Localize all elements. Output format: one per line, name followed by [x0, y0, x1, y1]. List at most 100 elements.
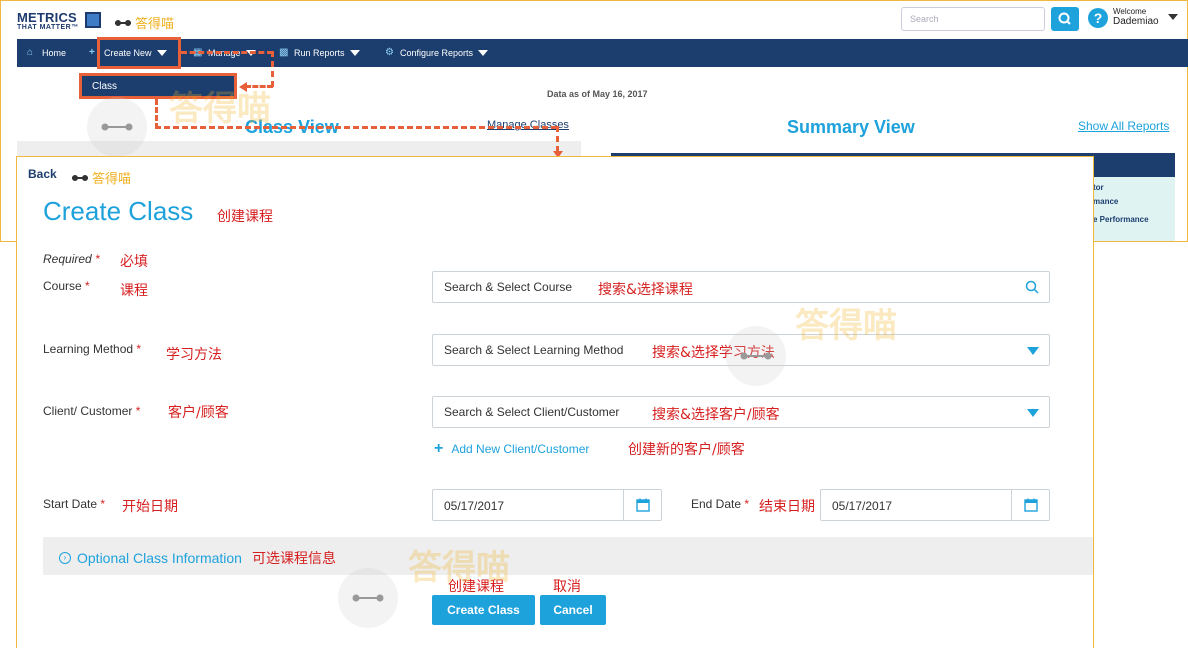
- learning-method-annotation: 学习方法: [166, 347, 222, 363]
- course-annotation: 课程: [120, 283, 148, 299]
- summary-view-heading: Summary View: [787, 117, 915, 137]
- add-new-client-label: Add New Client/Customer: [451, 442, 590, 456]
- create-new-highlight: [97, 37, 181, 69]
- dashed-connector: [155, 99, 158, 129]
- course-placeholder: Search & Select Course: [444, 280, 573, 294]
- plus-icon: +: [434, 440, 444, 457]
- add-new-client-link[interactable]: + Add New Client/Customer: [434, 440, 589, 458]
- required-label: Required *: [43, 252, 100, 266]
- start-date-calendar-button[interactable]: [623, 490, 661, 520]
- required-star: *: [85, 279, 90, 293]
- optional-info-annotation: 可选课程信息: [251, 551, 336, 567]
- chevron-down-icon: [349, 50, 360, 56]
- required-star: *: [744, 497, 750, 511]
- summary-line: e Performance: [1093, 215, 1149, 224]
- watermark-text: 答得喵: [169, 89, 271, 129]
- course-label: Course *: [43, 279, 90, 293]
- start-date-label-text: Start Date: [43, 497, 98, 511]
- watermark-text: 答得喵: [408, 548, 510, 588]
- calendar-icon: [636, 498, 650, 512]
- logo: METRICS THAT MATTER™: [17, 10, 105, 34]
- user-welcome[interactable]: Welcome Dademiao: [1113, 7, 1159, 27]
- chevron-right-icon: ›: [59, 552, 71, 564]
- client-select[interactable]: Search & Select Client/Customer 搜索&选择客户/…: [432, 396, 1050, 428]
- optional-class-info-toggle[interactable]: › Optional Class Information 可选课程信息: [59, 548, 336, 568]
- learning-method-label: Learning Method *: [43, 342, 141, 356]
- watermark-logo: [338, 568, 398, 628]
- watermark-text: 答得喵: [92, 172, 132, 187]
- course-label-text: Course: [43, 279, 82, 293]
- summary-line: mance: [1093, 197, 1119, 206]
- client-label: Client/ Customer *: [43, 404, 140, 418]
- nav-home[interactable]: ⌂ Home: [27, 39, 66, 67]
- end-date-label: End Date *: [691, 497, 749, 511]
- end-date-calendar-button[interactable]: [1011, 490, 1049, 520]
- link-icon: [352, 594, 384, 602]
- chevron-down-icon: [478, 50, 489, 56]
- chart-icon: ▩: [279, 47, 289, 58]
- search-icon: [1025, 280, 1039, 294]
- required-star: *: [135, 404, 141, 418]
- client-label-text: Client/ Customer: [43, 404, 133, 418]
- client-annotation: 客户/顾客: [168, 405, 229, 421]
- watermark-text: 答得喵: [135, 17, 175, 32]
- course-placeholder-annotation: 搜索&选择课程: [598, 282, 693, 298]
- chevron-down-icon: [1027, 409, 1039, 417]
- course-select[interactable]: Search & Select Course 搜索&选择课程: [432, 271, 1050, 303]
- learning-method-placeholder: Search & Select Learning Method: [444, 343, 624, 357]
- required-text: Required: [43, 252, 92, 266]
- optional-class-info-bar[interactable]: › Optional Class Information 可选课程信息: [43, 537, 1093, 575]
- show-all-reports-link[interactable]: Show All Reports: [1078, 119, 1169, 133]
- start-date-value: 05/17/2017: [444, 499, 505, 513]
- optional-class-info-label: Optional Class Information: [77, 550, 242, 566]
- data-as-of: Data as of May 16, 2017: [547, 89, 648, 99]
- search-icon: [1058, 12, 1071, 25]
- help-icon[interactable]: ?: [1088, 8, 1108, 28]
- required-star: *: [100, 497, 106, 511]
- summary-table-body: tor mance e Performance: [1093, 177, 1175, 241]
- end-date-label-text: End Date: [691, 497, 742, 511]
- welcome-label: Welcome: [1113, 7, 1147, 16]
- top-header: METRICS THAT MATTER™ 答得喵 Search ? Welcom…: [1, 1, 1187, 39]
- required-star: *: [136, 342, 142, 356]
- page-title: Create Class: [43, 196, 194, 226]
- link-icon: [72, 174, 88, 181]
- nav-run-reports[interactable]: ▩ Run Reports: [279, 39, 360, 67]
- link-icon: [740, 352, 772, 360]
- end-date-annotation: 结束日期: [759, 499, 815, 515]
- nav-home-label: Home: [42, 48, 67, 58]
- watermark-text: 答得喵: [795, 306, 897, 346]
- start-date-label: Start Date *: [43, 497, 105, 511]
- search-input[interactable]: Search: [901, 7, 1045, 31]
- user-menu-chevron-down-icon[interactable]: [1168, 14, 1178, 20]
- start-date-input[interactable]: 05/17/2017: [432, 489, 662, 521]
- watermark-logo: [726, 326, 786, 386]
- title-annotation: 创建课程: [217, 209, 273, 225]
- dashed-connector: [556, 126, 559, 152]
- home-icon: ⌂: [27, 47, 34, 58]
- logo-line1: METRICS: [17, 10, 77, 25]
- end-date-input[interactable]: 05/17/2017: [820, 489, 1050, 521]
- client-placeholder-annotation: 搜索&选择客户/顾客: [652, 407, 780, 423]
- required-annotation: 必填: [120, 254, 148, 270]
- logo-line2: THAT MATTER™: [17, 24, 79, 31]
- create-class-button[interactable]: Create Class: [432, 595, 535, 625]
- start-date-annotation: 开始日期: [122, 499, 178, 515]
- back-link[interactable]: Back: [28, 167, 57, 181]
- nav-configure-reports[interactable]: ⚙ Configure Reports: [385, 39, 489, 67]
- end-date-value: 05/17/2017: [832, 499, 893, 513]
- required-star: *: [95, 252, 100, 266]
- search-button[interactable]: [1051, 7, 1079, 31]
- link-icon: [115, 19, 131, 26]
- calendar-icon: [1024, 498, 1038, 512]
- nav-configure-reports-label: Configure Reports: [400, 48, 474, 58]
- cancel-button-annotation: 取消: [553, 579, 581, 595]
- watermark-link: 答得喵: [72, 168, 131, 187]
- summary-line: tor: [1093, 183, 1104, 192]
- nav-run-reports-label: Run Reports: [294, 48, 345, 58]
- dashed-connector: [271, 51, 274, 87]
- add-client-annotation: 创建新的客户/顾客: [628, 442, 745, 458]
- screenshot-root: METRICS THAT MATTER™ 答得喵 Search ? Welcom…: [0, 0, 1188, 648]
- client-placeholder: Search & Select Client/Customer: [444, 405, 620, 419]
- cancel-button[interactable]: Cancel: [540, 595, 606, 625]
